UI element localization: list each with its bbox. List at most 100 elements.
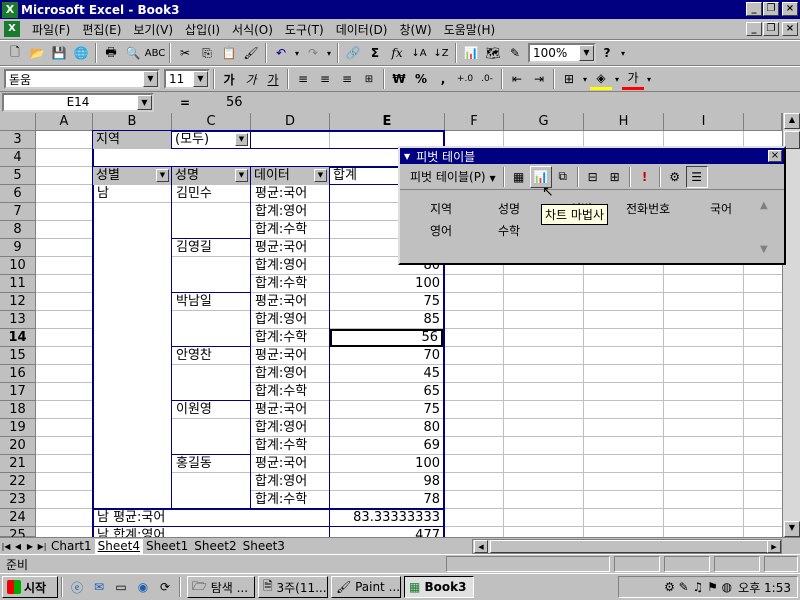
map-icon[interactable]: 🗺 (482, 42, 504, 64)
menu-format[interactable]: 서식(O) (226, 21, 279, 38)
column-header-j[interactable] (744, 113, 782, 131)
quicklaunch-icon[interactable]: ⟳ (154, 576, 176, 598)
data-label-cell[interactable]: 합계:영어 (252, 257, 329, 275)
zoom-select[interactable]: 100% ▼ (528, 43, 596, 63)
show-detail-icon[interactable]: ⊞ (604, 166, 626, 188)
value-cell[interactable]: 80 (330, 419, 443, 437)
print-preview-icon[interactable]: 🔍 (122, 42, 144, 64)
row-header-24[interactable]: 24 (0, 509, 36, 527)
taskbar-excel[interactable]: ▦ Book3 (404, 576, 474, 598)
spelling-icon[interactable]: ABC (144, 42, 166, 64)
restore-button[interactable]: ❐ (763, 2, 779, 16)
sheet-tab-sheet3[interactable]: Sheet3 (240, 539, 288, 554)
doc-close-button[interactable]: × (782, 22, 798, 36)
scroll-up-icon[interactable]: ▲ (784, 113, 800, 129)
chevron-down-icon[interactable]: ▼ (137, 95, 152, 110)
format-painter-icon[interactable]: 🖌 (240, 42, 262, 64)
row-field-gender[interactable]: 성별 ▼ (93, 167, 171, 185)
data-label-cell[interactable]: 합계:수학 (252, 275, 329, 293)
column-header-a[interactable]: A (36, 113, 93, 131)
decrease-indent-icon[interactable]: ⇤ (506, 68, 528, 90)
chevron-down-icon[interactable]: ▼ (156, 169, 169, 182)
select-all-corner[interactable] (0, 113, 36, 131)
column-header-d[interactable]: D (251, 113, 330, 131)
copy-icon[interactable]: ⎘ (196, 42, 218, 64)
font-color-button[interactable]: 가 (622, 68, 644, 90)
value-cell[interactable]: 85 (330, 311, 443, 329)
name-cell[interactable]: 홍길동 (173, 455, 250, 473)
column-header-e[interactable]: E (330, 113, 445, 131)
name-cell[interactable]: 이원영 (173, 401, 250, 419)
menu-help[interactable]: 도움말(H) (438, 21, 502, 38)
menu-edit[interactable]: 편집(E) (76, 21, 127, 38)
new-document-icon[interactable]: 🗋 (4, 42, 26, 64)
bold-button[interactable]: 가 (218, 68, 240, 90)
row-header-12[interactable]: 12 (0, 293, 36, 311)
field-scroll-down-icon[interactable]: ▼ (760, 244, 768, 255)
chevron-down-icon[interactable]: ▼ (579, 45, 594, 61)
data-label-cell[interactable]: 평균:국어 (252, 239, 329, 257)
row-header-21[interactable]: 21 (0, 455, 36, 473)
active-cell[interactable]: 56 (330, 329, 443, 347)
row-header-7[interactable]: 7 (0, 203, 36, 221)
name-cell[interactable]: 김민수 (173, 185, 250, 203)
row-header-22[interactable]: 22 (0, 473, 36, 491)
decrease-decimal-icon[interactable]: .0- (476, 68, 498, 90)
page-field-label[interactable]: 지역 (93, 131, 171, 149)
value-cell[interactable]: 75 (330, 293, 443, 311)
italic-button[interactable]: 가 (240, 68, 262, 90)
paste-icon[interactable]: 📋 (218, 42, 240, 64)
name-cell[interactable]: 박남일 (173, 293, 250, 311)
value-cell[interactable]: 65 (330, 383, 443, 401)
data-label-cell[interactable]: 합계:영어 (252, 203, 329, 221)
name-box[interactable]: E14 ▼ (2, 93, 154, 112)
scroll-thumb[interactable] (784, 131, 800, 149)
redo-icon[interactable]: ↷ (302, 42, 324, 64)
data-label-cell[interactable]: 합계:수학 (252, 221, 329, 239)
scroll-left-icon[interactable]: ◀ (474, 540, 488, 553)
data-label-cell[interactable]: 합계:수학 (252, 383, 329, 401)
subtotal-value[interactable]: 83.33333333 (330, 509, 443, 527)
subtotal-label[interactable]: 남 평균:국어 (94, 509, 329, 527)
outlook-icon[interactable]: ✉ (88, 576, 110, 598)
column-header-h[interactable]: H (584, 113, 664, 131)
horizontal-scrollbar[interactable]: ◀ ▶ (472, 539, 782, 554)
merge-center-icon[interactable]: ⊞ (358, 68, 380, 90)
pivot-toolbar-title-bar[interactable]: ▼ 피벗 테이블 (400, 148, 784, 164)
column-header-c[interactable]: C (172, 113, 251, 131)
row-header-16[interactable]: 16 (0, 365, 36, 383)
data-label-cell[interactable]: 합계:수학 (252, 437, 329, 455)
row-header-17[interactable]: 17 (0, 383, 36, 401)
data-label-cell[interactable]: 평균:국어 (252, 347, 329, 365)
autosum-icon[interactable]: Σ (364, 42, 386, 64)
chevron-down-icon[interactable]: ▼ (143, 71, 158, 87)
field-list-item[interactable]: 지역 (430, 200, 452, 217)
row-header-9[interactable]: 9 (0, 239, 36, 257)
menu-data[interactable]: 데이터(D) (330, 21, 394, 38)
value-cell[interactable]: 78 (330, 491, 443, 509)
data-label-cell[interactable]: 합계:수학 (252, 491, 329, 509)
field-list-item[interactable]: 국어 (710, 200, 732, 217)
row-header-11[interactable]: 11 (0, 275, 36, 293)
subtotal-label[interactable]: 남 합계:영어 (94, 527, 329, 537)
function-icon[interactable]: fx (386, 42, 408, 64)
pivot-table-menu-button[interactable]: 피벗 테이블(P) ▼ (406, 168, 500, 185)
tray-icon[interactable]: ⚙ ✎ ♫ ⚑ ◍ (664, 580, 732, 594)
document-icon[interactable]: X (4, 21, 20, 37)
chevron-down-icon[interactable]: ▼ (193, 71, 208, 87)
align-left-icon[interactable]: ≡ (292, 68, 314, 90)
menu-view[interactable]: 보기(V) (127, 21, 179, 38)
hyperlink-icon[interactable]: 🔗 (342, 42, 364, 64)
data-label-cell[interactable]: 평균:국어 (252, 401, 329, 419)
row-header-23[interactable]: 23 (0, 491, 36, 509)
clock[interactable]: 오후 1:53 (738, 579, 791, 596)
align-right-icon[interactable]: ≡ (336, 68, 358, 90)
prev-sheet-icon[interactable]: ◀ (12, 540, 24, 553)
dropdown-arrow-icon[interactable]: ▾ (324, 42, 334, 64)
taskbar-word[interactable]: 🗎 3주(11... (258, 576, 328, 598)
value-cell[interactable]: 100 (330, 455, 443, 473)
align-center-icon[interactable]: ≡ (314, 68, 336, 90)
data-label-cell[interactable]: 평균:국어 (252, 455, 329, 473)
data-field[interactable]: 데이터 ▼ (251, 167, 329, 185)
drawing-icon[interactable]: ✎ (504, 42, 526, 64)
